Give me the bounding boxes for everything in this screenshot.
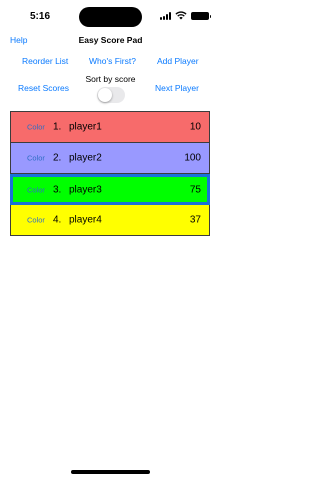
page-title: Easy Score Pad xyxy=(78,35,143,45)
wifi-icon xyxy=(175,11,187,20)
color-button[interactable]: Color xyxy=(27,123,45,132)
whos-first-button[interactable]: Who's First? xyxy=(89,56,136,66)
player-score[interactable]: 37 xyxy=(190,215,201,226)
player-name[interactable]: player3 xyxy=(69,184,102,195)
player-number: 1. xyxy=(53,121,62,133)
player-score[interactable]: 100 xyxy=(184,153,201,164)
player-row-3[interactable]: Color 3. player3 75 xyxy=(10,174,210,205)
player-score[interactable]: 10 xyxy=(190,122,201,133)
color-button[interactable]: Color xyxy=(27,185,45,194)
status-icons xyxy=(160,11,211,20)
app-screen: 5:16 Help Easy Score Pad Reorder List Wh… xyxy=(0,0,221,480)
player-row-1[interactable]: Color 1. player1 10 xyxy=(10,111,210,143)
player-score[interactable]: 75 xyxy=(190,184,201,195)
next-player-button[interactable]: Next Player xyxy=(155,83,199,93)
player-list: Color 1. player1 10 Color 2. player2 100… xyxy=(10,111,210,236)
player-row-2[interactable]: Color 2. player2 100 xyxy=(10,143,210,174)
player-name[interactable]: player4 xyxy=(69,215,102,226)
player-number: 2. xyxy=(53,152,62,164)
toggle-knob xyxy=(98,88,112,102)
player-number: 4. xyxy=(53,214,62,226)
battery-icon xyxy=(191,11,211,20)
cellular-signal-icon xyxy=(160,11,171,20)
dynamic-island xyxy=(79,7,142,27)
home-indicator xyxy=(71,470,150,474)
sort-by-score-toggle[interactable] xyxy=(97,87,125,103)
status-time: 5:16 xyxy=(30,11,51,22)
reorder-list-button[interactable]: Reorder List xyxy=(22,56,68,66)
player-number: 3. xyxy=(53,184,62,195)
color-button[interactable]: Color xyxy=(27,154,45,163)
color-button[interactable]: Color xyxy=(27,216,45,225)
reset-scores-button[interactable]: Reset Scores xyxy=(18,83,69,93)
player-name[interactable]: player2 xyxy=(69,153,102,164)
player-row-4[interactable]: Color 4. player4 37 xyxy=(10,205,210,236)
add-player-button[interactable]: Add Player xyxy=(157,56,199,66)
player-name[interactable]: player1 xyxy=(69,122,102,133)
